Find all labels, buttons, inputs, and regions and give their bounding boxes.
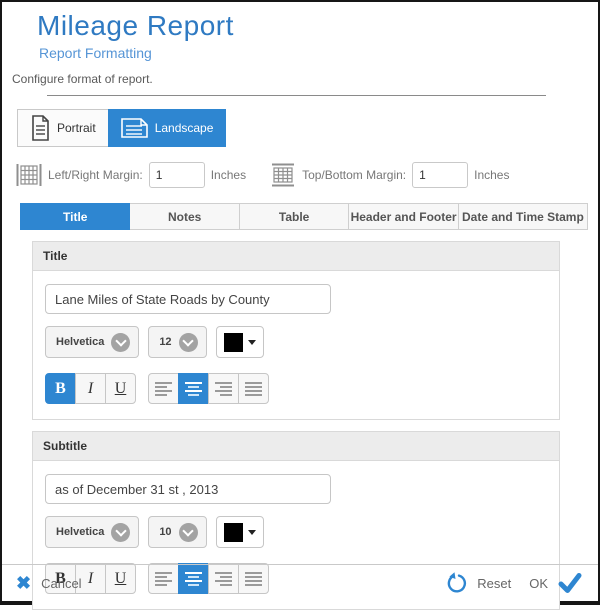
landscape-button[interactable]: Landscape (108, 109, 227, 147)
top-bottom-margin-icon (270, 163, 296, 187)
chevron-down-icon (111, 523, 130, 542)
title-bold-button[interactable]: B (45, 373, 76, 404)
title-alignment-group (148, 373, 269, 404)
align-right-icon (215, 382, 232, 396)
report-format-dialog: { "window": { "title": "Mileage Report",… (0, 0, 600, 605)
title-style-row: B I U (45, 373, 549, 404)
align-left-icon (155, 382, 172, 396)
tab-bar: Title Notes Table Header and Footer Date… (20, 203, 588, 230)
title-align-center-button[interactable] (178, 373, 209, 404)
chevron-down-icon (179, 523, 198, 542)
orientation-toggle: Portrait Landscape (17, 109, 598, 147)
caret-down-icon (248, 340, 256, 345)
reset-button[interactable]: Reset (445, 572, 511, 594)
caret-down-icon (248, 530, 256, 535)
left-right-margin-unit: Inches (211, 168, 246, 182)
title-align-right-button[interactable] (208, 373, 239, 404)
tab-date-and-time-stamp[interactable]: Date and Time Stamp (459, 203, 588, 230)
title-underline-button[interactable]: U (105, 373, 136, 404)
portrait-label: Portrait (57, 121, 96, 135)
chevron-down-icon (111, 333, 130, 352)
cancel-button[interactable]: ✖ Cancel (16, 574, 82, 592)
subtitle-font-color-picker[interactable] (216, 516, 264, 548)
top-bottom-margin-unit: Inches (474, 168, 509, 182)
description-text: Configure format of report. (12, 72, 598, 86)
footer-right-actions: Reset OK (445, 572, 582, 594)
color-swatch (224, 333, 243, 352)
reset-label: Reset (477, 576, 511, 591)
title-font-size-select[interactable]: 12 (148, 326, 206, 358)
dialog-footer: ✖ Cancel Reset OK (2, 564, 598, 601)
title-align-justify-button[interactable] (238, 373, 269, 404)
subtitle-font-size-select[interactable]: 10 (148, 516, 206, 548)
title-section-panel: Title Helvetica 12 B I U (32, 241, 560, 420)
portrait-page-icon (30, 115, 50, 141)
title-section-body: Helvetica 12 B I U (33, 271, 559, 419)
reset-undo-icon (445, 572, 467, 594)
title-section-heading: Title (33, 242, 559, 271)
tab-table[interactable]: Table (240, 203, 349, 230)
landscape-label: Landscape (155, 121, 214, 135)
margins-row: Left/Right Margin: Inches Top/Bottom Mar… (16, 162, 598, 188)
page-title: Mileage Report (37, 10, 598, 42)
subtitle-section-heading: Subtitle (33, 432, 559, 461)
dialog-header: Mileage Report Report Formatting (2, 2, 598, 61)
divider (47, 95, 546, 96)
color-swatch (224, 523, 243, 542)
align-center-icon (185, 382, 202, 396)
title-font-color-picker[interactable] (216, 326, 264, 358)
top-bottom-margin-input[interactable] (412, 162, 468, 188)
left-right-margin-group: Left/Right Margin: Inches (16, 162, 246, 188)
ok-check-icon (558, 572, 582, 594)
title-font-row: Helvetica 12 (45, 326, 549, 358)
subtitle-font-size-value: 10 (159, 526, 171, 538)
ok-label: OK (529, 576, 548, 591)
page-subtitle: Report Formatting (39, 45, 598, 61)
tab-header-and-footer[interactable]: Header and Footer (349, 203, 458, 230)
left-right-margin-label: Left/Right Margin: (48, 168, 143, 182)
title-font-size-value: 12 (159, 336, 171, 348)
title-font-select[interactable]: Helvetica (45, 326, 139, 358)
cancel-label: Cancel (41, 576, 81, 591)
subtitle-text-input[interactable] (45, 474, 331, 504)
left-right-margin-icon (16, 163, 42, 187)
align-justify-icon (245, 382, 262, 396)
chevron-down-icon (179, 333, 198, 352)
title-text-input[interactable] (45, 284, 331, 314)
left-right-margin-input[interactable] (149, 162, 205, 188)
title-italic-button[interactable]: I (75, 373, 106, 404)
subtitle-font-row: Helvetica 10 (45, 516, 549, 548)
title-text-style-group: B I U (45, 373, 136, 404)
subtitle-font-select[interactable]: Helvetica (45, 516, 139, 548)
title-font-name: Helvetica (56, 336, 104, 348)
portrait-button[interactable]: Portrait (17, 109, 109, 147)
tab-title[interactable]: Title (20, 203, 130, 230)
tab-notes[interactable]: Notes (130, 203, 239, 230)
cancel-x-icon: ✖ (16, 574, 31, 592)
subtitle-font-name: Helvetica (56, 526, 104, 538)
top-bottom-margin-group: Top/Bottom Margin: Inches (270, 162, 509, 188)
ok-button[interactable]: OK (521, 572, 582, 594)
title-align-left-button[interactable] (148, 373, 179, 404)
landscape-page-icon (121, 117, 148, 139)
top-bottom-margin-label: Top/Bottom Margin: (302, 168, 406, 182)
